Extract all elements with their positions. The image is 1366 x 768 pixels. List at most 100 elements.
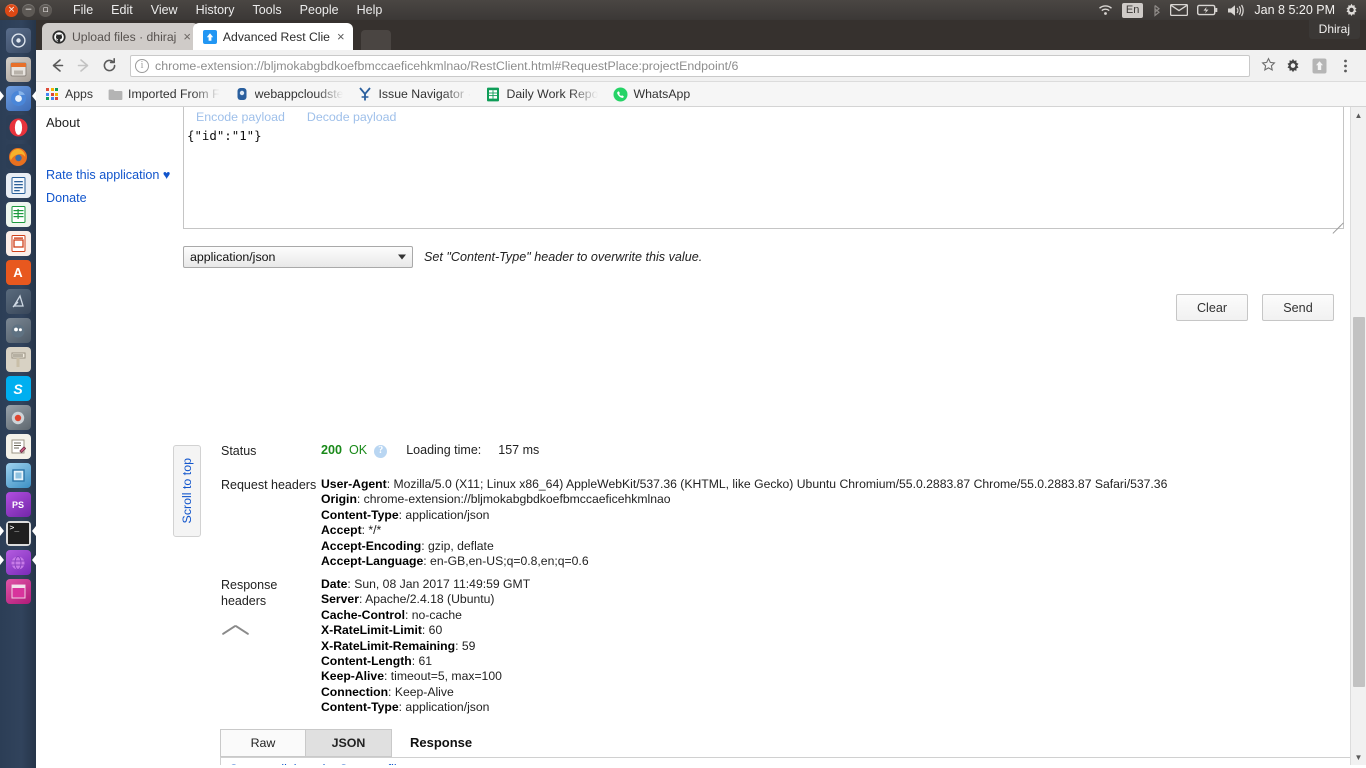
clock-indicator[interactable]: Jan 8 5:20 PM (1254, 3, 1335, 17)
header-line: Origin: chrome-extension://bljmokabgbdko… (321, 492, 671, 507)
launcher-item-skype[interactable]: S (0, 374, 36, 403)
bookmark-apps[interactable]: Apps (44, 86, 93, 102)
launcher-item-purple-app[interactable] (0, 548, 36, 577)
menu-file[interactable]: File (64, 0, 102, 20)
content-type-select[interactable]: application/json (183, 246, 413, 268)
decode-payload-link[interactable]: Decode payload (307, 110, 397, 124)
global-menu-bar: File Edit View History Tools People Help (64, 0, 391, 20)
username-chip[interactable]: Dhiraj (1308, 20, 1360, 39)
battery-icon[interactable] (1197, 4, 1218, 16)
launcher-item-gimp[interactable] (0, 316, 36, 345)
launcher-item-libreoffice-calc[interactable] (0, 200, 36, 229)
header-value: chrome-extension://bljmokabgbdkoefbmccae… (363, 492, 671, 507)
tab-title: Upload files · dhiraj (72, 29, 177, 44)
chevron-down-icon (398, 254, 406, 260)
launcher-item-dash-home[interactable] (0, 26, 36, 55)
launcher-item-files[interactable] (0, 55, 36, 84)
header-value: Keep-Alive (394, 684, 454, 699)
payload-editor[interactable]: Encode payload Decode payload {"id":"1"} (183, 107, 1344, 234)
window-close-button[interactable]: × (5, 3, 18, 17)
keyboard-layout-indicator[interactable]: En (1121, 2, 1144, 18)
reload-icon[interactable] (96, 53, 122, 79)
bookmark-daily-work-report[interactable]: Daily Work Repo (485, 86, 598, 102)
menu-tools[interactable]: Tools (243, 0, 290, 20)
header-value: Sun, 08 Jan 2017 11:49:59 GMT (354, 577, 531, 591)
launcher-item-text-editor[interactable] (0, 345, 36, 374)
menu-view[interactable]: View (142, 0, 187, 20)
donate-link[interactable]: Donate (46, 191, 183, 207)
launcher-item-inkscape[interactable] (0, 287, 36, 316)
about-title: About (46, 115, 80, 130)
bluetooth-icon[interactable] (1152, 4, 1161, 17)
header-value: application/json (405, 507, 490, 522)
send-button[interactable]: Send (1262, 294, 1334, 321)
close-icon[interactable]: × (337, 30, 345, 43)
save-as-file-link[interactable]: Save as file (339, 762, 403, 766)
forward-arrow-icon[interactable] (70, 53, 96, 79)
response-headers-label-text: Response headers (221, 578, 278, 608)
bookmark-issue-navigator[interactable]: Issue Navigator · (357, 86, 471, 102)
page-scrollbar[interactable]: ▲ ▼ (1350, 107, 1366, 765)
header-line: Connection: Keep-Alive (321, 684, 454, 699)
launcher-item-pink-app[interactable] (0, 577, 36, 606)
menu-edit[interactable]: Edit (102, 0, 142, 20)
extension-gear-icon[interactable] (1280, 53, 1306, 79)
launcher-item-sublime-text[interactable] (0, 461, 36, 490)
menu-help[interactable]: Help (348, 0, 392, 20)
header-value: */* (368, 523, 382, 538)
launcher-item-terminal[interactable]: >_ (0, 519, 36, 548)
tab-advanced-rest-client[interactable]: Advanced Rest Clie × (192, 23, 353, 50)
rate-this-application-link[interactable]: Rate this application ♥ (46, 168, 183, 184)
scroll-up-arrow-icon[interactable]: ▲ (1351, 107, 1366, 123)
mail-icon[interactable] (1170, 4, 1189, 16)
menu-icon[interactable] (1332, 53, 1358, 79)
launcher-item-chromium[interactable] (0, 84, 36, 113)
clear-button[interactable]: Clear (1176, 294, 1248, 321)
launcher-item-libreoffice-impress[interactable] (0, 229, 36, 258)
bookmark-webappcloudstore[interactable]: webappcloudste (234, 86, 343, 102)
scrollbar-thumb[interactable] (1353, 317, 1365, 687)
launcher-item-opera[interactable] (0, 113, 36, 142)
launcher-item-notes[interactable] (0, 432, 36, 461)
launcher-item-libreoffice-writer[interactable] (0, 171, 36, 200)
content-type-value: application/json (190, 250, 276, 264)
tab-json[interactable]: JSON (306, 729, 392, 757)
header-value: Mozilla/5.0 (X11; Linux x86_64) AppleWeb… (393, 477, 1168, 491)
launcher-item-firefox[interactable] (0, 142, 36, 171)
close-icon[interactable]: × (183, 30, 191, 43)
launcher-item-mysql-workbench[interactable] (0, 403, 36, 432)
menu-people[interactable]: People (291, 0, 348, 20)
volume-icon[interactable] (1227, 4, 1245, 17)
tab-upload-files[interactable]: Upload files · dhiraj × (42, 23, 199, 50)
tab-raw[interactable]: Raw (220, 729, 306, 757)
bookmark-imported-from[interactable]: Imported From F (107, 86, 220, 102)
help-icon[interactable]: ? (374, 444, 388, 458)
encode-payload-link[interactable]: Encode payload (196, 110, 285, 124)
bookmark-whatsapp[interactable]: WhatsApp (612, 86, 690, 102)
menu-history[interactable]: History (187, 0, 244, 20)
chevron-up-icon[interactable] (221, 622, 251, 636)
scroll-down-arrow-icon[interactable]: ▼ (1351, 749, 1366, 765)
window-minimize-button[interactable]: − (22, 3, 35, 17)
bookmark-star-icon[interactable] (1256, 56, 1280, 75)
update-icon[interactable] (1306, 53, 1332, 79)
window-maximize-button[interactable]: ▫ (39, 3, 52, 17)
scroll-to-top-button[interactable]: Scroll to top (173, 445, 201, 537)
header-name: Keep-Alive (321, 669, 384, 684)
launcher-item-phpstorm[interactable]: PS (0, 490, 36, 519)
wifi-icon[interactable] (1098, 4, 1113, 16)
page-viewport: About Rate this application ♥ Donate Enc… (36, 107, 1366, 765)
resize-grip[interactable] (1330, 215, 1344, 234)
page-info-icon[interactable]: i (135, 58, 149, 73)
launcher-item-ubuntu-software[interactable]: A (0, 258, 36, 287)
header-line: Content-Type: application/json (321, 700, 490, 715)
address-bar[interactable]: i chrome-extension://bljmokabgbdkoefbmcc… (130, 54, 1250, 77)
back-arrow-icon[interactable] (44, 53, 70, 79)
new-tab-button[interactable] (360, 30, 391, 50)
header-line: Accept: */* (321, 523, 382, 538)
payload-textarea[interactable]: {"id":"1"} (184, 126, 1343, 143)
gear-icon[interactable] (1344, 3, 1359, 18)
header-value: no-cache (411, 607, 462, 622)
scroll-to-top-label: Scroll to top (180, 458, 194, 524)
copy-to-clipboard-link[interactable]: Copy to clipboard (229, 762, 325, 766)
